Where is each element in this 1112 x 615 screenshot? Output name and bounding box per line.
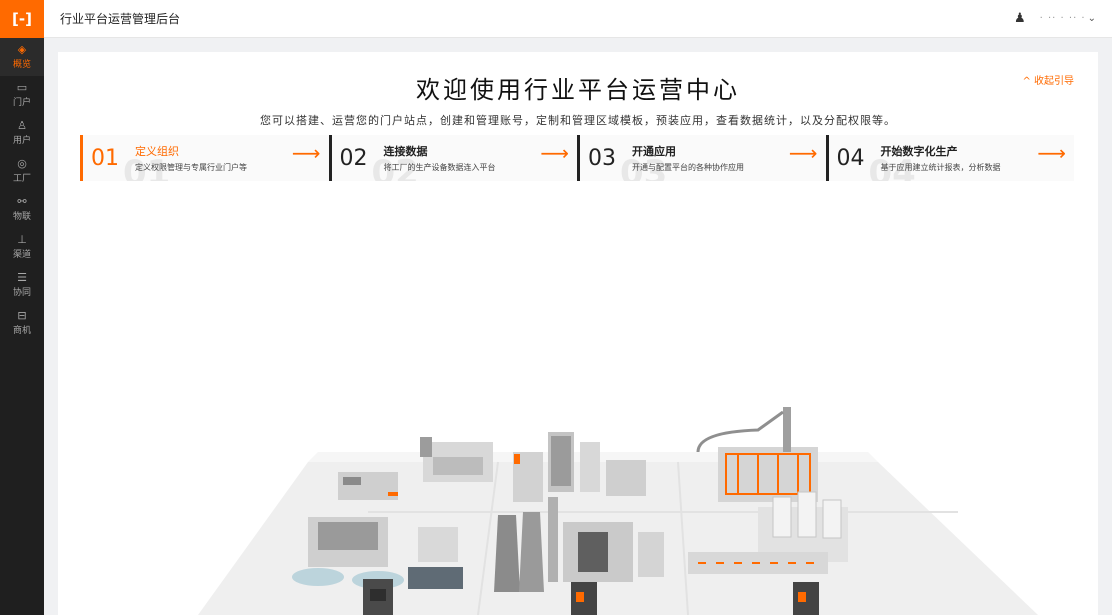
header-actions: ♟ · ·· · ·· · ⌄ xyxy=(1014,11,1096,26)
arrow-right-icon: ⟶ xyxy=(788,141,818,165)
step-description: 开通与配置平台的各种协作应用 xyxy=(632,163,744,172)
sidebar-item-label: 渠道 xyxy=(12,250,31,260)
sidebar-item-7[interactable]: ⊟ 商机 xyxy=(0,304,44,342)
step-title: 开始数字化生产 xyxy=(880,145,958,158)
briefcase-icon: ⊟ xyxy=(17,309,27,322)
arrow-right-icon: ⟶ xyxy=(1037,141,1066,165)
top-header: 行业平台运营管理后台 ♟ · ·· · ·· · ⌄ xyxy=(44,0,1112,38)
app-title: 行业平台运营管理后台 xyxy=(60,12,181,26)
welcome-title: 欢迎使用行业平台运营中心 xyxy=(416,76,740,104)
sidebar-item-1[interactable]: ▭ 门户 xyxy=(0,76,44,114)
collapse-guide-link[interactable]: ^ 收起引导 xyxy=(1022,72,1074,87)
app-root: [-] ◈ 概览 ▭ 门户 ♙ 用户 ◎ 工厂 ⚯ 物联 ⊥ 渠道 ☰ 协同 ⊟ 商机 行业平台运营管理后台 … xyxy=(0,0,1112,615)
sidebar-item-label: 协同 xyxy=(12,288,31,298)
sidebar-item-label: 概览 xyxy=(12,60,31,70)
sidebar-item-label: 商机 xyxy=(12,326,31,336)
layers-icon: ◈ xyxy=(17,43,27,56)
chevron-down-icon: ⌄ xyxy=(1087,13,1096,24)
welcome-subtitle: 您可以搭建、运营您的门户站点，创建和管理账号，定制和管理区域模板，预装应用，查看… xyxy=(260,114,896,127)
step-text: 定义组织定义权限管理与专属行业门户等 xyxy=(135,143,247,173)
sidebar-item-6[interactable]: ☰ 协同 xyxy=(0,266,44,304)
bell-icon[interactable]: ♟ xyxy=(1014,11,1026,26)
step-description: 定义权限管理与专属行业门户等 xyxy=(135,163,247,172)
step-number: 02 xyxy=(339,145,368,171)
user-name: · ·· · ·· · xyxy=(1039,13,1086,24)
step-number: 03 xyxy=(588,145,616,171)
sidebar-item-4[interactable]: ⚯ 物联 xyxy=(0,190,44,228)
compass-icon: ◎ xyxy=(17,157,27,170)
guide-step-4[interactable]: 04 04 开始数字化生产 基于应用建立统计报表，分析数据 ⟶ xyxy=(825,135,1075,181)
step-description: 基于应用建立统计报表，分析数据 xyxy=(880,163,1001,172)
step-title: 连接数据 xyxy=(383,145,428,158)
step-text: 开始数字化生产基于应用建立统计报表，分析数据 xyxy=(881,143,1001,173)
main-panel: 欢迎使用行业平台运营中心 ^ 收起引导 您可以搭建、运营您的门户站点，创建和管理… xyxy=(58,52,1098,615)
stack-icon: ☰ xyxy=(17,271,27,284)
guide-step-2[interactable]: 02 02 连接数据 将工厂的生产设备数据连入平台 ⟶ xyxy=(328,135,578,181)
step-title: 开通应用 xyxy=(632,145,676,158)
guide-step-1[interactable]: 01 01 定义组织 定义权限管理与专属行业门户等 ⟶ xyxy=(80,135,329,181)
guide-steps: 01 01 定义组织 定义权限管理与专属行业门户等 ⟶ 02 02 连接数据 将工厂的生产设备数… xyxy=(80,135,1074,181)
sidebar-item-label: 用户 xyxy=(12,136,31,146)
sidebar-item-label: 门户 xyxy=(12,98,31,108)
sidebar-item-label: 工厂 xyxy=(12,174,31,184)
sidebar: [-] ◈ 概览 ▭ 门户 ♙ 用户 ◎ 工厂 ⚯ 物联 ⊥ 渠道 ☰ 协同 ⊟ 商机 xyxy=(0,0,44,615)
step-text: 开通应用开通与配置平台的各种协作应用 xyxy=(632,143,744,173)
arrow-right-icon: ⟶ xyxy=(291,141,321,165)
hierarchy-icon: ⊥ xyxy=(17,233,27,246)
user-icon: ♙ xyxy=(17,119,27,132)
step-text: 连接数据将工厂的生产设备数据连入平台 xyxy=(384,143,496,173)
logo-icon: [-] xyxy=(12,10,32,28)
step-description: 将工厂的生产设备数据连入平台 xyxy=(383,163,496,172)
link-icon: ⚯ xyxy=(17,195,27,208)
guide-step-3[interactable]: 03 03 开通应用 开通与配置平台的各种协作应用 ⟶ xyxy=(577,135,826,181)
step-number: 04 xyxy=(836,145,865,171)
logo[interactable]: [-] xyxy=(0,0,44,38)
sidebar-nav: ◈ 概览 ▭ 门户 ♙ 用户 ◎ 工厂 ⚯ 物联 ⊥ 渠道 ☰ 协同 ⊟ 商机 xyxy=(0,38,44,342)
monitor-icon: ▭ xyxy=(16,81,28,94)
user-menu[interactable]: · ·· · ·· · ⌄ xyxy=(1040,13,1096,24)
step-title: 定义组织 xyxy=(135,145,179,158)
step-number: 01 xyxy=(91,145,119,171)
sidebar-item-label: 物联 xyxy=(12,212,31,222)
sidebar-item-3[interactable]: ◎ 工厂 xyxy=(0,152,44,190)
sidebar-item-0[interactable]: ◈ 概览 xyxy=(0,38,44,76)
sidebar-item-5[interactable]: ⊥ 渠道 xyxy=(0,228,44,266)
arrow-right-icon: ⟶ xyxy=(540,141,569,165)
sidebar-item-2[interactable]: ♙ 用户 xyxy=(0,114,44,152)
